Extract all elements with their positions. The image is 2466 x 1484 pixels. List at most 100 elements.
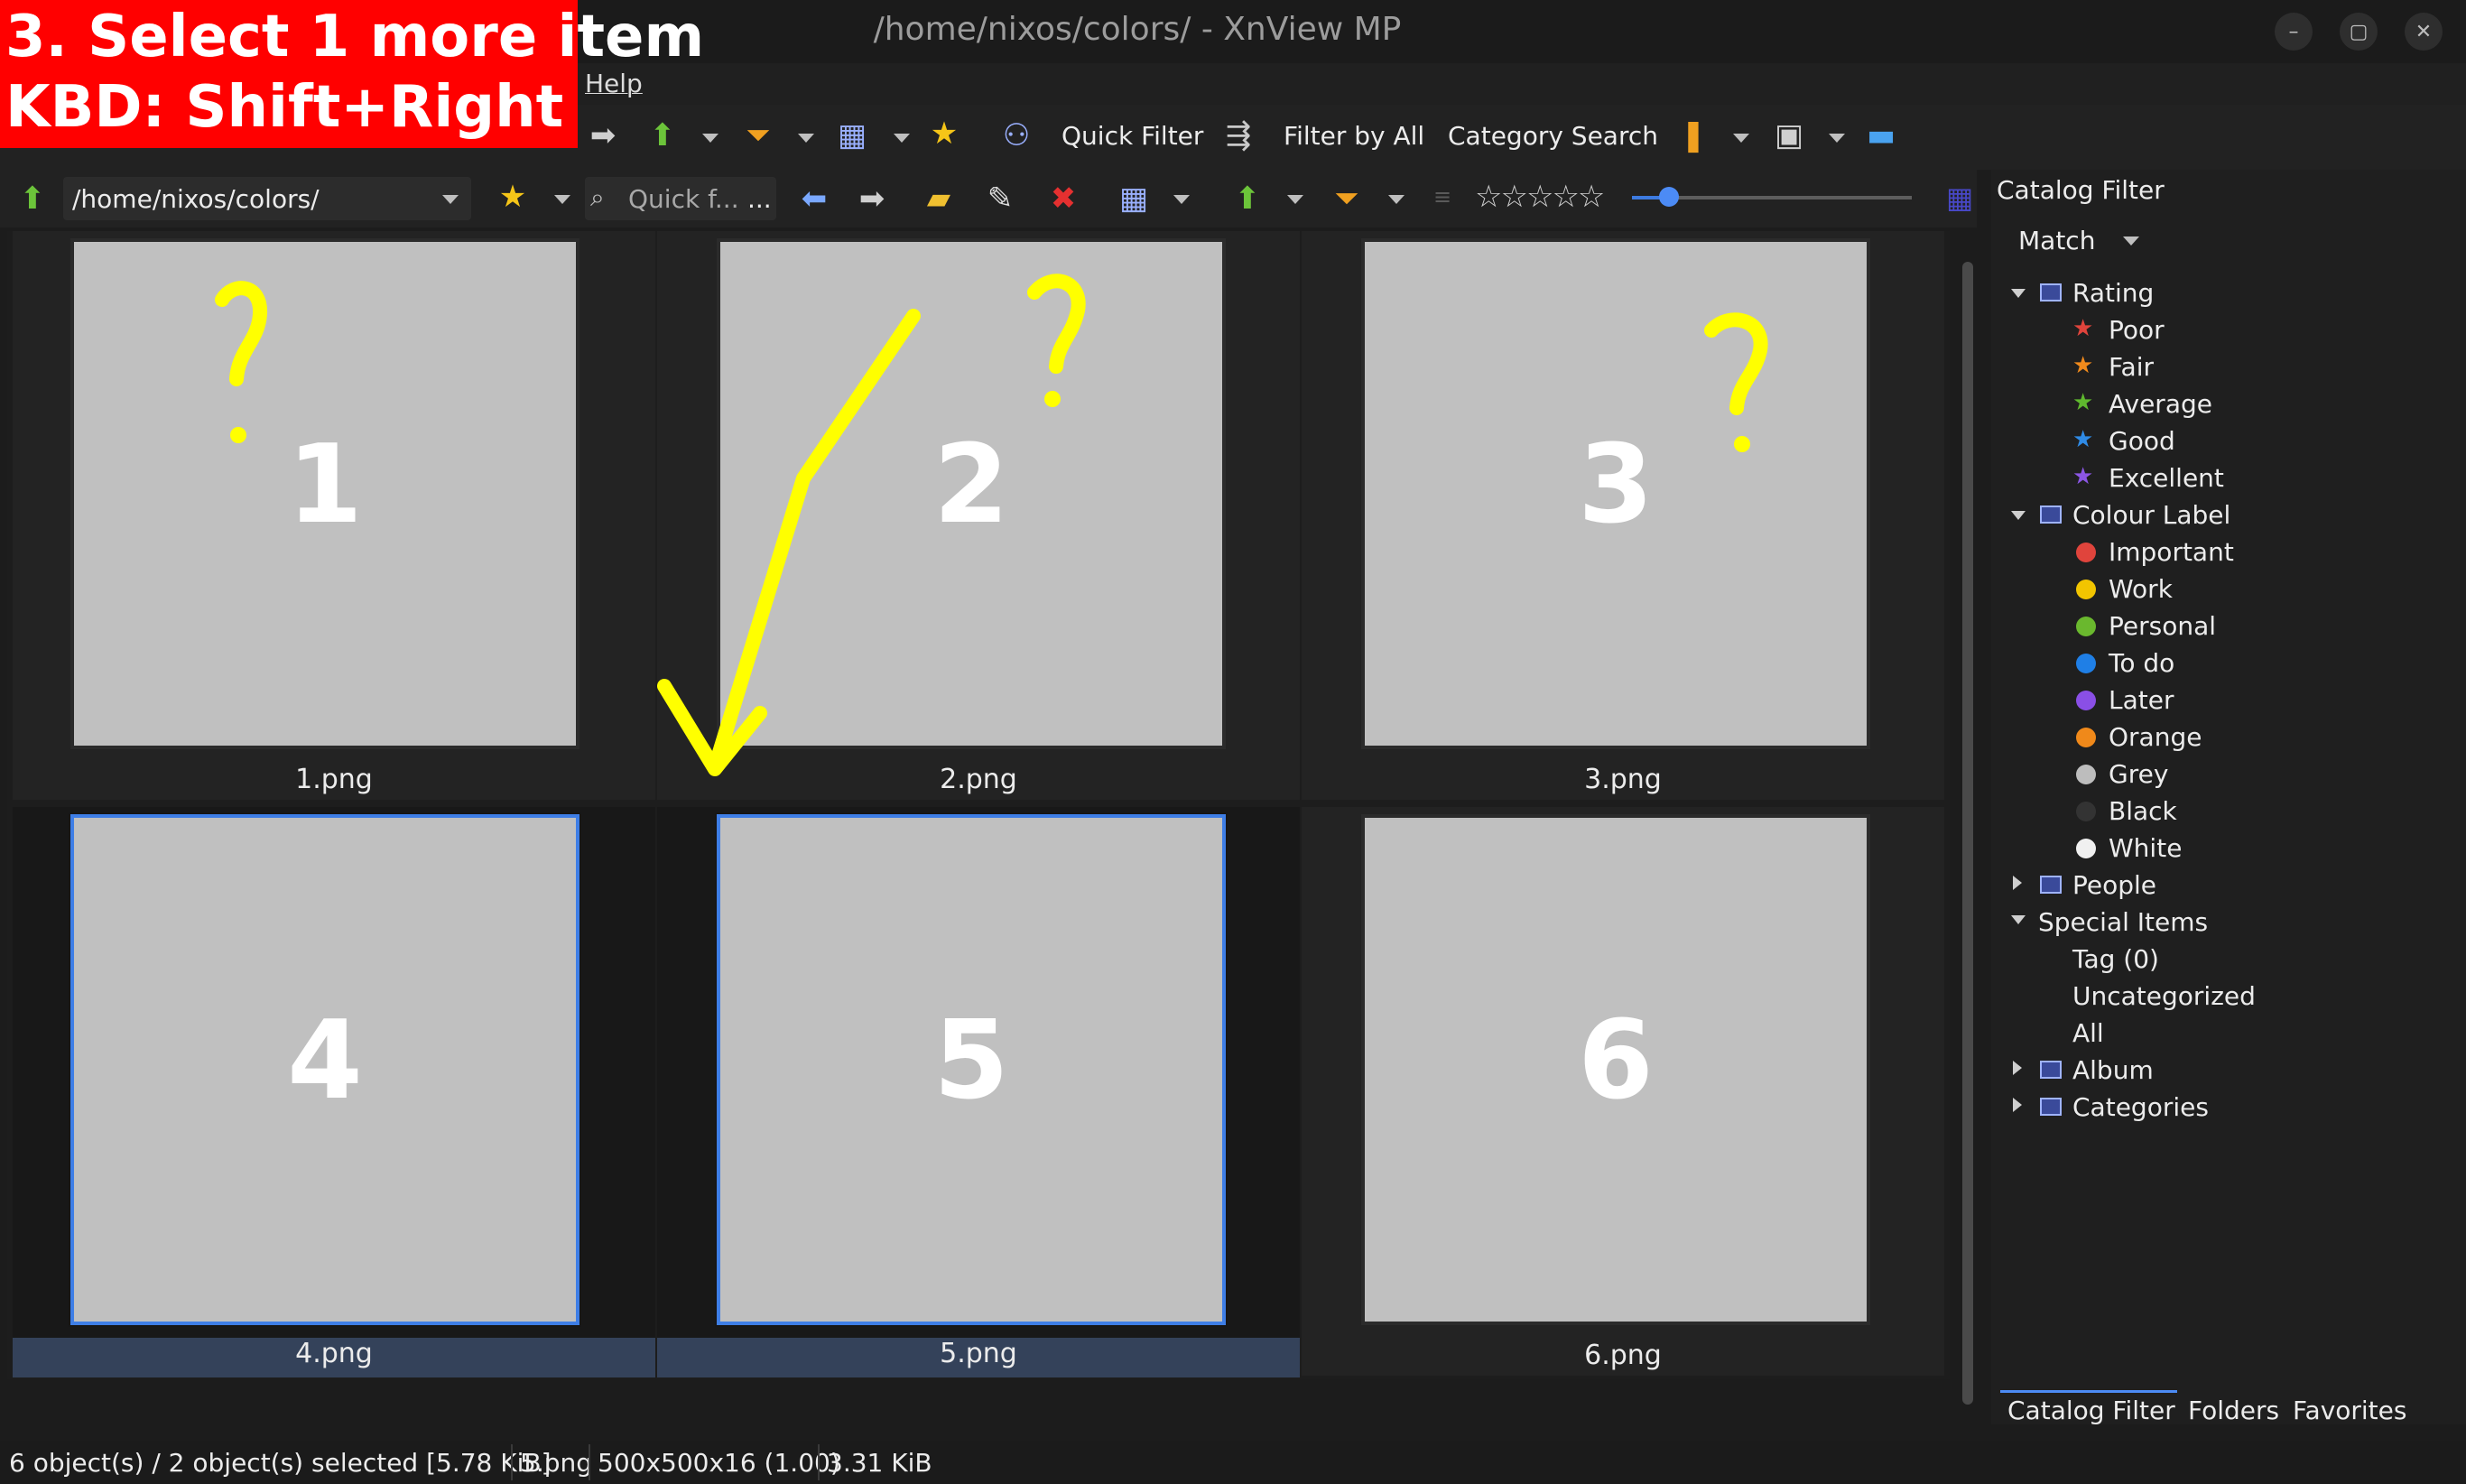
thumbnail-cell-6[interactable]: 6 6.png [1302, 807, 1944, 1376]
expand-icon[interactable] [2011, 511, 2026, 520]
thumbnail-cell-4[interactable]: 4 4.png [13, 807, 655, 1377]
thumbnail-cell-5[interactable]: 5 5.png [657, 807, 1300, 1377]
tree-item-white[interactable]: White [2109, 833, 2182, 863]
dropdown-arrow-icon[interactable] [1173, 195, 1190, 204]
match-dropdown[interactable]: Match [2018, 226, 2095, 255]
sort-icon[interactable]: ⬆ [1228, 181, 1267, 217]
quick-filter-more[interactable]: ... [747, 184, 772, 214]
tree-item-orange[interactable]: Orange [2109, 722, 2202, 752]
collapse-icon[interactable] [2013, 1061, 2022, 1075]
tree-item-personal[interactable]: Personal [2109, 611, 2216, 641]
thumbnail-caption[interactable]: 3.png [1302, 764, 1944, 795]
close-button[interactable]: ✕ [2405, 13, 2443, 51]
favorite-star-icon[interactable]: ★ [493, 179, 533, 215]
maximize-button[interactable]: ▢ [2340, 13, 2378, 51]
dropdown-arrow-icon[interactable] [1733, 134, 1749, 143]
thumbnail-image[interactable]: 1 [70, 238, 579, 749]
star-icon: ★ [2072, 352, 2094, 379]
thumbnail-caption[interactable]: 5.png [657, 1338, 1300, 1377]
tree-item-all[interactable]: All [2072, 1018, 2104, 1048]
tree-item-grey[interactable]: Grey [2109, 759, 2168, 789]
tree-item-good[interactable]: Good [2109, 426, 2175, 456]
tab-catalog-filter[interactable]: Catalog Filter [2007, 1396, 2175, 1425]
view-mode-icon[interactable]: ▦ [1114, 181, 1154, 217]
dropdown-arrow-icon[interactable] [1287, 195, 1303, 204]
thumbnail-caption[interactable]: 1.png [13, 764, 655, 795]
collapse-icon[interactable] [2013, 876, 2022, 890]
forward-arrow-icon[interactable]: ➡ [852, 181, 892, 217]
tree-item-fair[interactable]: Fair [2109, 352, 2154, 382]
white-dot-icon [2076, 839, 2096, 858]
thumbnail-cell-2[interactable]: 2 2.png [657, 231, 1300, 800]
tree-item-average[interactable]: Average [2109, 389, 2212, 419]
grid-view-icon[interactable]: ▦ [832, 117, 872, 153]
tree-item-categories[interactable]: Categories [2072, 1092, 2209, 1122]
quick-filter-button[interactable]: Quick Filter [1061, 121, 1203, 151]
tree-item-colour-label[interactable]: Colour Label [2072, 500, 2230, 530]
vertical-scrollbar[interactable] [1962, 262, 1973, 1405]
dropdown-arrow-icon[interactable] [1829, 134, 1845, 143]
compare-icon[interactable]: ▣ [1769, 117, 1809, 153]
thumbnail-cell-1[interactable]: 1 1.png [13, 231, 655, 800]
filter-icon[interactable]: ⏷ [1327, 181, 1367, 217]
minimize-button[interactable]: – [2275, 13, 2313, 51]
tab-favorites[interactable]: Favorites [2293, 1396, 2406, 1425]
rename-icon[interactable]: ✎ [980, 181, 1020, 217]
upload-icon[interactable]: ⬆ [643, 117, 682, 153]
grid-icon[interactable]: ▦ [1946, 181, 1973, 215]
orange-dot-icon [2076, 728, 2096, 747]
delete-icon[interactable]: ✖ [1043, 181, 1083, 217]
menu-help[interactable]: Help [585, 69, 643, 98]
new-folder-icon[interactable]: ▰ [919, 181, 959, 217]
path-dropdown-icon[interactable] [442, 195, 459, 204]
tree-item-people[interactable]: People [2072, 870, 2156, 900]
rating-stars[interactable]: ☆☆☆☆☆ [1475, 179, 1605, 215]
thumbnail-caption[interactable]: 2.png [657, 764, 1300, 795]
arrow-right-icon[interactable]: ➡ [583, 117, 623, 153]
tree-item-important[interactable]: Important [2109, 537, 2234, 567]
collapse-icon[interactable] [2013, 1098, 2022, 1112]
thumbnail-caption[interactable]: 6.png [1302, 1340, 1944, 1371]
star-icon[interactable]: ★ [924, 116, 964, 152]
categories-icon [2040, 1098, 2062, 1116]
binoculars-icon[interactable]: ⚇ [997, 117, 1036, 153]
filter-by-all-button[interactable]: Filter by All [1284, 121, 1424, 151]
dropdown-arrow-icon[interactable] [1388, 195, 1405, 204]
back-arrow-icon[interactable]: ⬅ [794, 181, 834, 217]
status-filesize: 3.31 KiB [827, 1448, 932, 1478]
thumbnail-image[interactable]: 3 [1361, 238, 1870, 749]
dropdown-arrow-icon[interactable] [554, 195, 570, 204]
thumbnail-cell-3[interactable]: 3 3.png [1302, 231, 1944, 800]
tree-item-black[interactable]: Black [2109, 796, 2177, 826]
star-icon: ★ [2072, 463, 2094, 490]
thumbnail-image[interactable]: 5 [717, 814, 1226, 1325]
dropdown-arrow-icon[interactable] [798, 134, 814, 143]
tree-item-to-do[interactable]: To do [2109, 648, 2174, 678]
category-search-button[interactable]: Category Search [1448, 121, 1658, 151]
tree-item-album[interactable]: Album [2072, 1055, 2154, 1085]
folder-icon[interactable]: ▬ [1861, 117, 1901, 153]
tree-item-special-items[interactable]: Special Items [2038, 907, 2208, 937]
tree-item-later[interactable]: Later [2109, 685, 2174, 715]
tree-item-rating[interactable]: Rating [2072, 278, 2154, 308]
thumbnail-image[interactable]: 2 [717, 238, 1226, 749]
thumbnail-image[interactable]: 4 [70, 814, 579, 1325]
tree-item-work[interactable]: Work [2109, 574, 2173, 604]
bookmark-icon[interactable]: ❚ [1673, 117, 1713, 153]
tree-item-tag[interactable]: Tag (0) [2072, 944, 2159, 974]
tree-item-uncategorized[interactable]: Uncategorized [2072, 981, 2256, 1011]
thumbnail-caption[interactable]: 4.png [13, 1338, 655, 1377]
tree-item-excellent[interactable]: Excellent [2109, 463, 2224, 493]
slider-handle[interactable] [1659, 187, 1679, 207]
tab-folders[interactable]: Folders [2188, 1396, 2279, 1425]
up-folder-icon[interactable]: ⬆ [13, 181, 52, 217]
tree-item-poor[interactable]: Poor [2109, 315, 2165, 345]
chevron-down-icon[interactable] [2123, 237, 2139, 246]
dropdown-arrow-icon[interactable] [894, 134, 910, 143]
dropdown-arrow-icon[interactable] [702, 134, 718, 143]
filter-icon[interactable]: ⏷ [738, 117, 778, 153]
filter-by-all-icon[interactable]: ⇶ [1219, 117, 1258, 153]
expand-icon[interactable] [2011, 915, 2026, 924]
thumbnail-image[interactable]: 6 [1361, 814, 1870, 1325]
expand-icon[interactable] [2011, 289, 2026, 298]
